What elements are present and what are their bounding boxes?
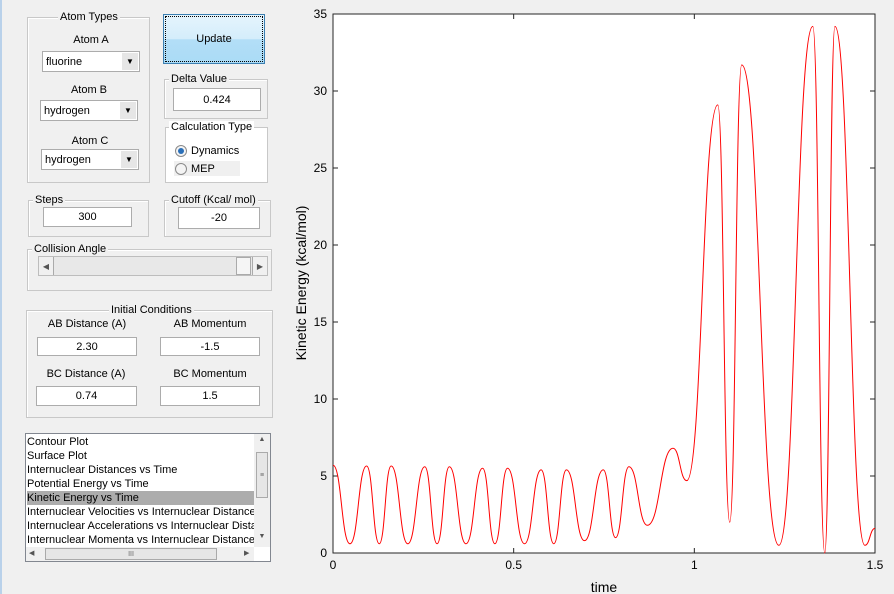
y-tick-label: 25 bbox=[314, 161, 328, 175]
y-tick-label: 0 bbox=[320, 546, 327, 560]
plot-area bbox=[332, 13, 876, 554]
y-tick-label: 35 bbox=[314, 7, 328, 21]
x-tick-label: 0 bbox=[330, 558, 337, 572]
x-tick-label: 1 bbox=[691, 558, 698, 572]
y-tick-label: 20 bbox=[314, 238, 328, 252]
x-tick-label: 1.5 bbox=[867, 558, 884, 572]
y-tick-label: 30 bbox=[314, 84, 328, 98]
y-tick-label: 5 bbox=[320, 469, 327, 483]
x-axis-label: time bbox=[591, 579, 618, 594]
kinetic-energy-chart: 0 0.5 1 1.5 0 5 10 15 20 25 30 35 time Kinetic Ener… bbox=[293, 7, 884, 594]
y-tick-label: 10 bbox=[314, 392, 328, 406]
y-tick-label: 15 bbox=[314, 315, 328, 329]
y-axis-label: Kinetic Energy (kcal/mol) bbox=[293, 206, 309, 361]
x-tick-label: 0.5 bbox=[505, 558, 522, 572]
